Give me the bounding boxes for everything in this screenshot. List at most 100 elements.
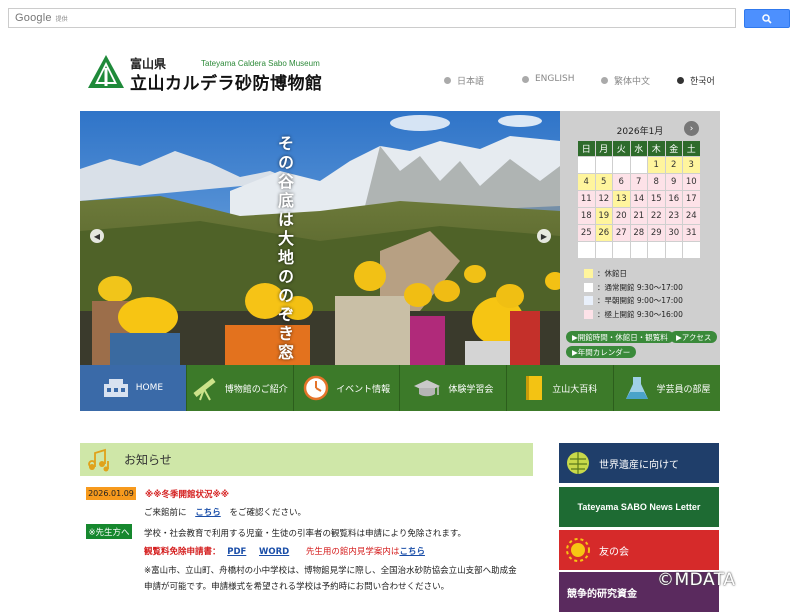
calendar-day: 6 bbox=[612, 173, 631, 191]
friends-club-banner[interactable]: 友の会 bbox=[559, 530, 719, 570]
lang-japanese[interactable]: 日本語 bbox=[444, 74, 484, 87]
telescope-icon bbox=[192, 375, 218, 401]
calendar-day: 23 bbox=[664, 207, 683, 225]
access-button[interactable]: ▶アクセス bbox=[670, 331, 718, 343]
calendar-day: 19 bbox=[594, 207, 613, 225]
nav-home[interactable]: HOME bbox=[80, 365, 187, 411]
lang-korean[interactable]: 한국어 bbox=[677, 74, 715, 87]
calendar-day: 3 bbox=[682, 156, 701, 174]
news-title: お知らせ bbox=[124, 453, 172, 467]
nav-events[interactable]: イベント情報 bbox=[293, 365, 401, 411]
calendar-day: 22 bbox=[647, 207, 666, 225]
slide-prev-button[interactable]: ◀ bbox=[90, 229, 104, 243]
news-header: お知らせ bbox=[80, 443, 533, 476]
calendar-day: 11 bbox=[577, 190, 596, 208]
calendar-day: 9 bbox=[664, 173, 683, 191]
legend-item: ：極上開館 9:30～16:00 bbox=[584, 308, 683, 322]
bullet-icon bbox=[677, 77, 684, 84]
calendar-day: 20 bbox=[612, 207, 631, 225]
calendar-grid: 日 月 火 水 木 金 土 1 2 3 4 5 6 7 8 9 10 11 12… bbox=[577, 140, 701, 259]
weekday-header: 日 bbox=[577, 140, 596, 157]
teachers-text: 学校・社会教育で利用する児童・生徒の引率者の観覧料は申請により免除されます。 bbox=[144, 529, 466, 539]
flask-icon bbox=[624, 375, 650, 401]
calendar-day bbox=[664, 241, 683, 259]
weekday-header: 月 bbox=[594, 140, 613, 157]
calendar-day: 29 bbox=[647, 224, 666, 242]
museum-english-name: Tateyama Caldera Sabo Museum bbox=[201, 59, 320, 68]
world-heritage-banner[interactable]: 世界遺産に向けて bbox=[559, 443, 719, 483]
lang-english[interactable]: ENGLISH bbox=[522, 74, 575, 84]
search-icon bbox=[762, 13, 772, 24]
calendar-day bbox=[594, 156, 613, 174]
newsletter-banner[interactable]: Tateyama SABO News Letter bbox=[559, 487, 719, 527]
calendar-day: 14 bbox=[629, 190, 648, 208]
teachers-badge: ※先生方へ bbox=[86, 524, 132, 539]
search-button[interactable] bbox=[744, 9, 790, 28]
calendar-day: 28 bbox=[629, 224, 648, 242]
book-icon bbox=[523, 374, 545, 402]
calendar-day: 2 bbox=[664, 156, 683, 174]
calendar-day bbox=[577, 156, 596, 174]
calendar-legend: ：休館日 ：通常開館 9:30～17:00 ：早朝開館 9:00～17:00 ：… bbox=[584, 267, 683, 321]
calendar-day bbox=[612, 241, 631, 259]
calendar-day bbox=[682, 241, 701, 259]
language-switcher: 日本語 ENGLISH 繁体中文 한국어 bbox=[440, 74, 730, 88]
news-item-title: ※※冬季開館状況※※ bbox=[145, 490, 230, 500]
mountain-logo-icon bbox=[88, 55, 124, 88]
calendar-day: 10 bbox=[682, 173, 701, 191]
calendar-day: 30 bbox=[664, 224, 683, 242]
news-item-link[interactable]: こちら bbox=[195, 508, 221, 518]
calendar-day: 7 bbox=[629, 173, 648, 191]
grant-note-line2: 申請が可能です。申請様式を希望される学校は予約時にお問い合わせください。 bbox=[144, 582, 450, 592]
calendar-day: 1 bbox=[647, 156, 666, 174]
hero-vertical-title: その谷底は大地ののぞき窓 bbox=[275, 135, 294, 363]
calendar-day: 5 bbox=[594, 173, 613, 191]
weekday-header: 金 bbox=[664, 140, 683, 157]
slide-next-button[interactable]: ▶ bbox=[537, 229, 551, 243]
guide-link[interactable]: こちら bbox=[399, 547, 425, 557]
google-logo: Google bbox=[15, 12, 52, 24]
news-item-text: ご来館前に こちら をご確認ください。 bbox=[144, 508, 306, 518]
lang-chinese[interactable]: 繁体中文 bbox=[601, 74, 650, 87]
calendar-next-button[interactable]: › bbox=[684, 121, 699, 136]
site-logo[interactable]: 富山県 Tateyama Caldera Sabo Museum 立山カルデラ砂… bbox=[86, 54, 346, 94]
calendar-day bbox=[594, 241, 613, 259]
nav-encyclopedia[interactable]: 立山大百科 bbox=[507, 365, 615, 411]
chevron-right-icon: ▶ bbox=[540, 231, 548, 241]
clock-icon bbox=[303, 375, 329, 401]
nav-curators-room[interactable]: 学芸員の部屋 bbox=[614, 365, 720, 411]
music-notes-icon bbox=[86, 447, 116, 473]
legend-item: ：早朝開館 9:00～17:00 bbox=[584, 294, 683, 308]
grant-note-line1: ※富山市、立山町、舟橋村の小中学校は、博物館見学に際し、全国治水砂防協会立山支部… bbox=[144, 566, 517, 576]
calendar-day: 27 bbox=[612, 224, 631, 242]
form-word-link[interactable]: WORD bbox=[259, 547, 289, 557]
museum-japanese-name: 立山カルデラ砂防博物館 bbox=[130, 74, 323, 94]
search-input[interactable]: Google 提供 bbox=[8, 8, 736, 28]
hero-photo bbox=[80, 111, 560, 365]
museum-building-icon bbox=[103, 378, 129, 398]
weekday-header: 火 bbox=[612, 140, 631, 157]
calendar-day bbox=[612, 156, 631, 174]
hours-fees-button[interactable]: ▶開館時間・休館日・観覧料 bbox=[566, 331, 674, 343]
watermark: ©MDATA bbox=[657, 570, 736, 590]
calendar-day: 16 bbox=[664, 190, 683, 208]
calendar-day: 8 bbox=[647, 173, 666, 191]
legend-swatch bbox=[584, 269, 593, 279]
nav-about[interactable]: 博物館のご紹介 bbox=[186, 365, 294, 411]
main-nav: HOME 博物館のご紹介 イベント情報 体験学習会 立山大百科 学芸員の部屋 bbox=[80, 365, 720, 411]
annual-calendar-button[interactable]: ▶年間カレンダー bbox=[566, 346, 637, 358]
calendar-day bbox=[629, 241, 648, 259]
calendar-day: 21 bbox=[629, 207, 648, 225]
sun-icon bbox=[565, 537, 591, 563]
fee-exemption-row: 観覧料免除申請書： PDF WORD 先生用の館内見学案内はこちら bbox=[144, 547, 425, 557]
hero-slideshow[interactable]: その谷底は大地ののぞき窓 ◀ ▶ bbox=[80, 111, 560, 365]
bullet-icon bbox=[601, 77, 608, 84]
weekday-header: 木 bbox=[647, 140, 666, 157]
nav-workshops[interactable]: 体験学習会 bbox=[400, 365, 508, 411]
calendar-day bbox=[647, 241, 666, 259]
calendar-day: 26 bbox=[594, 224, 613, 242]
calendar-panel: 2026年1月 › 日 月 火 水 木 金 土 1 2 3 4 5 6 7 8 … bbox=[560, 111, 720, 365]
calendar-day: 4 bbox=[577, 173, 596, 191]
form-pdf-link[interactable]: PDF bbox=[227, 547, 246, 557]
calendar-day: 15 bbox=[647, 190, 666, 208]
